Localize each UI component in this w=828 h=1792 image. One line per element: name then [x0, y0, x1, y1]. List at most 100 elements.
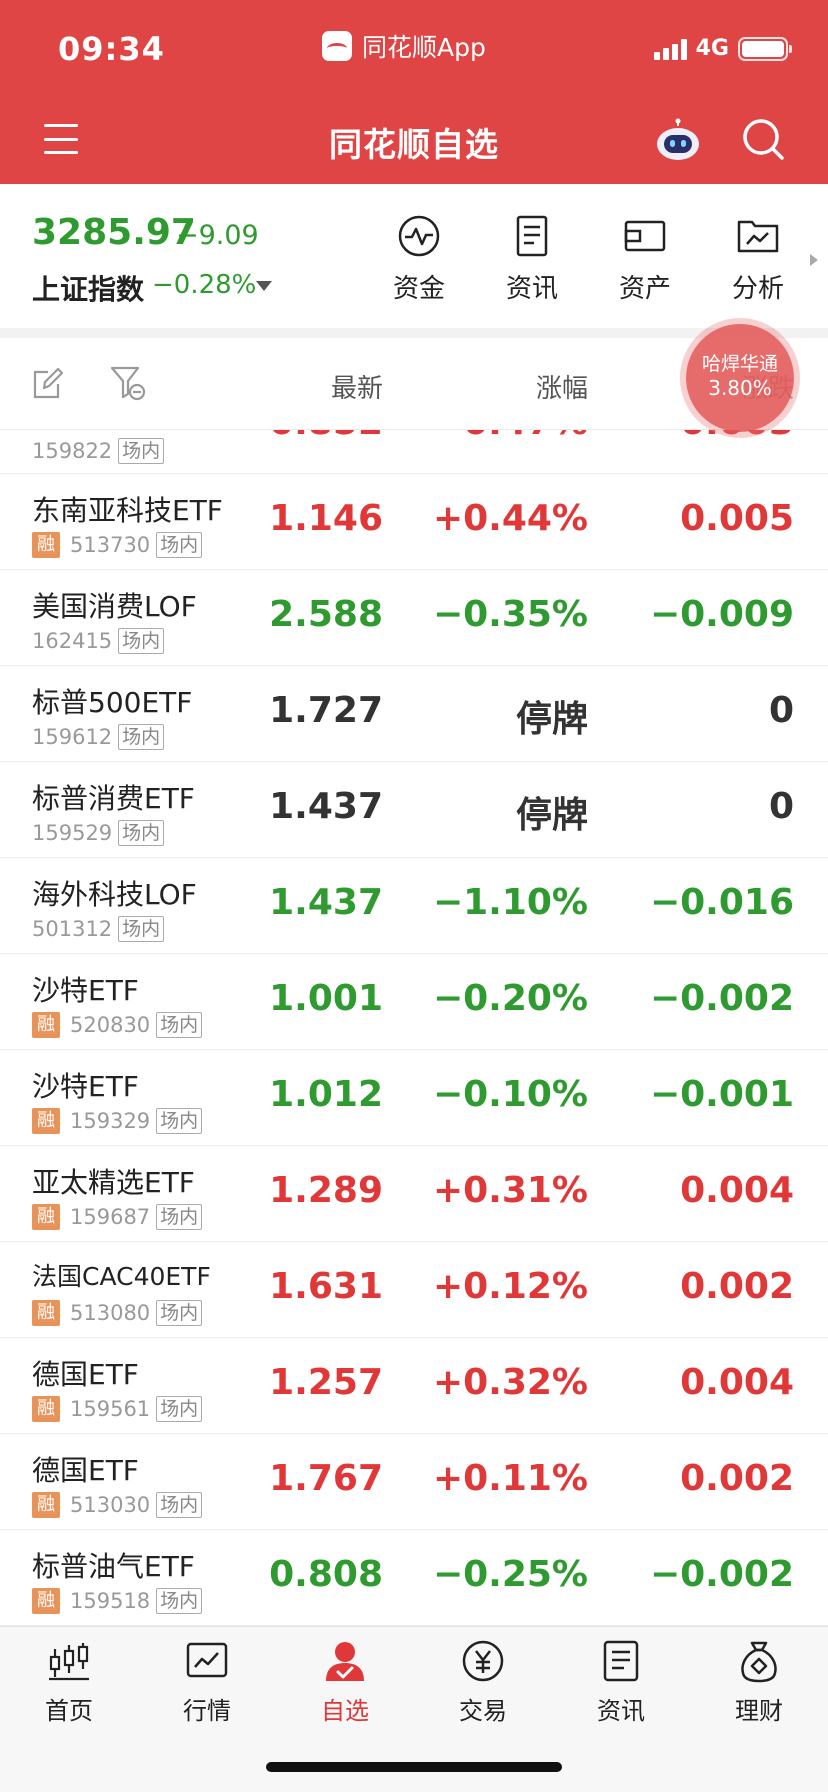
list-item[interactable]: 标普500ETF 159612 场内 1.727 停牌 0: [0, 666, 828, 762]
market-chart-icon: [186, 1642, 228, 1678]
list-item[interactable]: 德国ETF 融 513030 场内 1.767 +0.11% 0.002: [0, 1434, 828, 1530]
fund-name: 海外科技LOF: [32, 878, 197, 911]
quick-assets-button[interactable]: 资产: [600, 214, 690, 314]
list-item[interactable]: 法国CAC40ETF 融 513080 场内 1.631 +0.12% 0.00…: [0, 1242, 828, 1338]
list-item[interactable]: 美国消费LOF 162415 场内 2.588 −0.35% −0.009: [0, 570, 828, 666]
fund-code: 162415: [32, 629, 113, 653]
fund-code-line: 159529 场内: [32, 820, 165, 846]
fund-name: 美国消费LOF: [32, 590, 197, 623]
fund-code: 159822: [32, 439, 113, 463]
app-logo-icon: [322, 31, 352, 61]
list-item[interactable]: 海外科技LOF 501312 场内 1.437 −1.10% −0.016: [0, 858, 828, 954]
quick-news-button[interactable]: 资讯: [487, 214, 577, 314]
fund-name: 德国ETF: [32, 1454, 139, 1487]
quick-analysis-button[interactable]: 分析: [713, 214, 803, 314]
margin-badge: 融: [32, 1396, 60, 1422]
floating-stock-badge[interactable]: 哈焊华通 3.80%: [686, 324, 794, 432]
latest-price: 1.012: [269, 1074, 383, 1115]
change-value: −0.002: [649, 1554, 794, 1595]
home-indicator[interactable]: [266, 1762, 562, 1772]
quick-news-label: 资讯: [505, 274, 558, 304]
margin-badge: 融: [32, 532, 60, 558]
change-value: 0.002: [680, 1266, 794, 1307]
fund-code-line: 融 513080 场内: [32, 1300, 203, 1326]
fund-code: 159518: [70, 1589, 151, 1613]
list-item[interactable]: 标普油气ETF 融 159518 场内 0.808 −0.25% −0.002: [0, 1530, 828, 1626]
list-item[interactable]: 沙特ETF 融 159329 场内 1.012 −0.10% −0.001: [0, 1050, 828, 1146]
list-item[interactable]: 德国ETF 融 159561 场内 1.257 +0.32% 0.004: [0, 1338, 828, 1434]
change-value: −0.001: [649, 1074, 794, 1115]
tab-trade[interactable]: 交易: [414, 1639, 552, 1726]
fund-name: 标普消费ETF: [32, 782, 195, 815]
list-item[interactable]: 亚太精选ETF 融 159687 场内 1.289 +0.31% 0.004: [0, 1146, 828, 1242]
margin-badge: 融: [32, 1492, 60, 1518]
market-tag: 场内: [156, 1204, 203, 1230]
change-pct: +0.12%: [432, 1266, 588, 1307]
fund-code: 159612: [32, 725, 113, 749]
fund-code-line: 159612 场内: [32, 724, 165, 750]
candlestick-icon: [49, 1643, 89, 1681]
latest-price: 1.289: [269, 1170, 383, 1211]
fund-code: 520830: [70, 1013, 151, 1037]
tab-home-label: 首页: [45, 1697, 93, 1725]
fund-code: 501312: [32, 917, 113, 941]
change-pct: +0.44%: [432, 498, 588, 539]
fund-name: 标普500ETF: [32, 686, 193, 719]
robot-assistant-icon[interactable]: [654, 118, 702, 162]
latest-price: 1.437: [269, 882, 383, 923]
fund-code-line: 501312 场内: [32, 916, 165, 942]
fund-code-line: 融 159329 场内: [32, 1108, 203, 1134]
latest-price: 0.852: [269, 430, 383, 443]
status-indicators: 4G: [653, 36, 792, 61]
list-item[interactable]: 东南亚科技ETF 融 513730 场内 1.146 +0.44% 0.005: [0, 474, 828, 570]
change-pct: +0.11%: [432, 1458, 588, 1499]
latest-price: 1.727: [269, 690, 383, 731]
quick-funds-button[interactable]: 资金: [374, 214, 464, 314]
tab-home[interactable]: 首页: [0, 1639, 138, 1726]
column-latest[interactable]: 最新: [331, 368, 383, 405]
change-pct: −0.10%: [432, 1074, 588, 1115]
index-dropdown-caret-icon[interactable]: [256, 281, 272, 291]
wallet-icon: [624, 220, 666, 252]
fund-code-line: 融 159561 场内: [32, 1396, 203, 1422]
chevron-right-icon[interactable]: [810, 254, 818, 266]
edit-icon[interactable]: [32, 366, 64, 400]
quick-analysis-label: 分析: [731, 274, 784, 304]
fund-name: 沙特ETF: [32, 1070, 139, 1103]
fund-code: 513080: [70, 1301, 151, 1325]
fund-code-line: 融 513730 场内: [32, 532, 203, 558]
tab-wealth-label: 理财: [735, 1697, 783, 1725]
search-icon[interactable]: [740, 116, 786, 162]
fund-name: 法国CAC40ETF: [32, 1262, 211, 1291]
list-item[interactable]: 沙特ETF 融 520830 场内 1.001 −0.20% −0.002: [0, 954, 828, 1050]
column-pct[interactable]: 涨幅: [536, 368, 588, 405]
pulse-chart-icon: [398, 215, 440, 257]
tab-market-label: 行情: [183, 1697, 231, 1725]
market-tag: 场内: [156, 1396, 203, 1422]
list-item[interactable]: 标普消费ETF 159529 场内 1.437 停牌 0: [0, 762, 828, 858]
tab-wealth[interactable]: 理财: [690, 1639, 828, 1726]
fund-code-line: 融 159518 场内: [32, 1588, 203, 1614]
tab-news[interactable]: 资讯: [552, 1639, 690, 1726]
latest-price: 0.808: [269, 1554, 383, 1595]
index-price[interactable]: 3285.97: [32, 212, 196, 253]
tab-market[interactable]: 行情: [138, 1639, 276, 1726]
fund-code: 513030: [70, 1493, 151, 1517]
floating-stock-value: 3.80%: [708, 376, 772, 400]
change-value: 0.005: [680, 498, 794, 539]
market-tag: 场内: [156, 1012, 203, 1038]
index-name[interactable]: 上证指数: [32, 268, 144, 308]
margin-badge: 融: [32, 1204, 60, 1230]
filter-icon[interactable]: [110, 364, 146, 402]
analysis-folder-icon: [737, 220, 779, 253]
tab-watchlist[interactable]: 自选: [276, 1639, 414, 1726]
margin-badge: 融: [32, 1012, 60, 1038]
fund-code: 159329: [70, 1109, 151, 1133]
market-tag: 场内: [156, 1108, 203, 1134]
market-tag: 场内: [156, 1588, 203, 1614]
list-item[interactable]: 159822 场内 0.852 0.47% 0.003: [0, 430, 828, 474]
app-return-pill[interactable]: 同花顺App: [322, 28, 486, 64]
change-value: −0.002: [649, 978, 794, 1019]
fund-name: 标普油气ETF: [32, 1550, 195, 1583]
change-pct: +0.31%: [432, 1170, 588, 1211]
